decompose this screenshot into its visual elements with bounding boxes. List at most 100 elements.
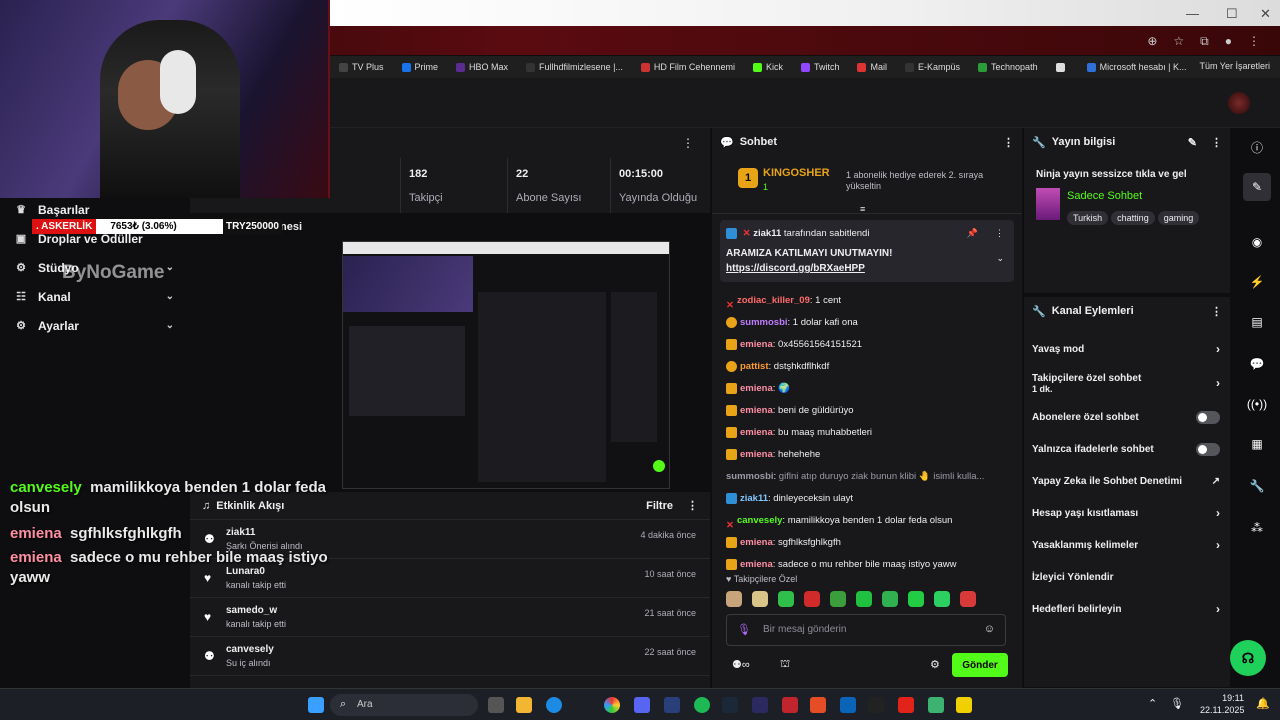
clock-date[interactable]: 22.11.2025 — [1200, 705, 1244, 715]
bookmark-item[interactable]: HD Film Cehennemi — [632, 62, 744, 72]
channel-action-item[interactable]: Abonelere özel sohbet — [1024, 401, 1230, 433]
emote-icon[interactable] — [778, 591, 794, 607]
channel-action-item[interactable]: Hedefleri belirleyin › — [1024, 593, 1230, 625]
chat-message[interactable]: pattist: dstşhkdflhkdf — [712, 356, 1022, 378]
bookmark-item[interactable]: Twitch — [792, 62, 849, 72]
mic-icon[interactable]: 🎙 — [737, 623, 751, 636]
chevron-down-icon[interactable]: ⌄ — [166, 291, 174, 302]
tag[interactable]: chatting — [1111, 211, 1155, 225]
bookmark-item[interactable] — [1047, 62, 1078, 72]
toggle-switch[interactable] — [1196, 410, 1220, 424]
bookmark-item[interactable]: Microsoft hesabı | K... — [1078, 62, 1196, 72]
chevron-up-icon[interactable]: ⌃ — [1148, 697, 1157, 710]
bookmark-item[interactable]: E-Kampüs — [896, 62, 969, 72]
edit-icon[interactable]: ✎ — [1188, 136, 1197, 149]
chat-username[interactable]: emiena — [740, 383, 773, 394]
pin-more-icon[interactable]: ⋮ — [995, 228, 1004, 239]
bookmark-item[interactable]: Kick — [744, 62, 792, 72]
sidebar-item[interactable]: ☷ Kanal ⌄ — [0, 282, 188, 311]
outlook-icon[interactable] — [840, 697, 856, 713]
channel-action-item[interactable]: Hesap yaşı kısıtlaması › — [1024, 497, 1230, 529]
emote-icon[interactable] — [934, 591, 950, 607]
emote-icon[interactable] — [804, 591, 820, 607]
pinned-link[interactable]: https://discord.gg/bRXaeHPP — [726, 263, 865, 274]
steam-icon[interactable] — [722, 697, 738, 713]
chat-username[interactable]: summosbi — [740, 317, 788, 328]
zoom-icon[interactable]: ⊕ — [1147, 34, 1157, 49]
bookmark-item[interactable]: Technopath — [969, 62, 1047, 72]
chat-message[interactable]: emiena: bu maaş muhabbetleri — [712, 422, 1022, 444]
close-icon[interactable]: ✕ — [1260, 6, 1271, 22]
emote-icon[interactable] — [882, 591, 898, 607]
chat-message[interactable]: emiena: 🌍 — [712, 378, 1022, 400]
chat-message[interactable]: ✕ canvesely: mamilikkoya benden 1 dolar f… — [712, 510, 1022, 532]
chat-more-icon[interactable]: ⋮ — [1003, 136, 1014, 149]
chat-message[interactable]: emiena: 0x45561564151521 — [712, 334, 1022, 356]
support-icon[interactable]: ☊ — [1230, 640, 1266, 676]
clock-time[interactable]: 19:11 — [1214, 693, 1244, 703]
app3-icon[interactable] — [898, 697, 914, 713]
notification-icon[interactable]: 🔔 — [1256, 697, 1270, 710]
chat-message[interactable]: ✕ zodiac_killer_09: 1 cent — [712, 290, 1022, 312]
extensions-icon[interactable]: ⧉ — [1200, 34, 1209, 49]
activity-row[interactable]: ⚉ canvesely Su iç alındı 22 saat önce — [190, 637, 710, 676]
store-icon[interactable]: ⛫ — [780, 658, 790, 672]
chat-username[interactable]: summosbi — [726, 471, 774, 482]
layout-icon[interactable]: ▦ — [1243, 430, 1271, 458]
tag[interactable]: Turkish — [1067, 211, 1109, 225]
app2-icon[interactable] — [810, 697, 826, 713]
search-box[interactable]: ⌕ Ara — [330, 694, 478, 716]
chat-message[interactable]: summosbi: 1 dolar kafi ona — [712, 312, 1022, 334]
emote-icon[interactable] — [726, 591, 742, 607]
stream-video[interactable] — [342, 241, 670, 489]
bookmark-item[interactable]: TV Plus — [330, 62, 393, 72]
emote-icon[interactable] — [856, 591, 872, 607]
channel-action-item[interactable]: Yalnızca ifadelerle sohbet — [1024, 433, 1230, 465]
bookmark-item[interactable]: HBO Max — [447, 62, 517, 72]
sidebar-item[interactable]: ⚙ Ayarlar ⌄ — [0, 311, 188, 340]
chrome-icon[interactable] — [604, 697, 620, 713]
app-icon[interactable] — [664, 697, 680, 713]
info-icon[interactable]: ⓘ — [1243, 133, 1271, 161]
all-bookmarks-button[interactable]: Tüm Yer İşaretleri — [1199, 61, 1270, 71]
profile-icon[interactable]: ● — [1225, 34, 1232, 49]
chat-username[interactable]: ziak11 — [740, 493, 768, 504]
avatar[interactable] — [1228, 92, 1250, 114]
edge-icon[interactable] — [546, 697, 562, 713]
emote-icon[interactable] — [908, 591, 924, 607]
leader-name[interactable]: KINGOSHER — [763, 167, 830, 179]
bookmark-star-icon[interactable]: ☆ — [1173, 34, 1184, 49]
chat-username[interactable]: zodiac_killer_09 — [737, 295, 810, 306]
chat-message[interactable]: summosbi: giflni atıp duruyo ziak bunun … — [712, 466, 1022, 488]
task-view-icon[interactable] — [488, 697, 504, 713]
chat-username[interactable]: emiena — [740, 537, 773, 548]
pinned-message[interactable]: ✕ ziak11 tarafından sabitlendi 📌 ⋮ ARAMI… — [720, 220, 1014, 282]
terminal-icon[interactable] — [868, 697, 884, 713]
filter-button[interactable]: Filtre — [646, 500, 673, 512]
bookmark-item[interactable]: Mail — [848, 62, 896, 72]
menu-icon[interactable]: ⋮ — [1248, 34, 1260, 49]
camera-icon[interactable]: ◉ — [1243, 228, 1271, 256]
activity-row[interactable]: ♥ samedo_w kanalı takip etti 21 saat önce — [190, 598, 710, 637]
channel-action-item[interactable]: İzleyici Yönlendir — [1024, 561, 1230, 593]
chat-username[interactable]: pattist — [740, 361, 769, 372]
chevron-down-icon[interactable]: ⌄ — [996, 253, 1004, 264]
pin-icon[interactable]: 📌 — [967, 228, 978, 239]
recorder-icon[interactable] — [782, 697, 798, 713]
more-icon[interactable]: ⋮ — [682, 136, 694, 150]
tool-icon[interactable]: 🔧 — [1243, 472, 1271, 500]
bookmark-item[interactable]: Prime — [393, 62, 448, 72]
chevron-down-icon[interactable]: ⌄ — [166, 262, 174, 273]
notes-icon[interactable]: ▤ — [1243, 308, 1271, 336]
info-more-icon[interactable]: ⋮ — [1211, 136, 1222, 149]
channel-action-item[interactable]: Yasaklanmış kelimeler › — [1024, 529, 1230, 561]
chat-username[interactable]: emiena — [740, 449, 773, 460]
address-bar-area[interactable] — [330, 0, 1280, 26]
chat-message[interactable]: ziak11: dinleyeceksin ulayt — [712, 488, 1022, 510]
actions-more-icon[interactable]: ⋮ — [1211, 305, 1222, 318]
emoji-icon[interactable]: ☺ — [984, 623, 995, 635]
emote-icon[interactable] — [960, 591, 976, 607]
maximize-icon[interactable]: ☐ — [1226, 6, 1238, 22]
app4-icon[interactable] — [928, 697, 944, 713]
chat-input[interactable]: 🎙 Bir mesaj gönderin ☺ — [726, 614, 1006, 646]
